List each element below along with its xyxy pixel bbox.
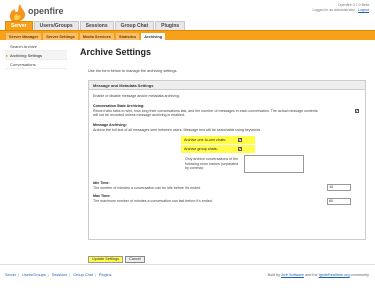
one-to-one-label: Archive one-to-one chats: [184,137,227,142]
sidebar-item-conversations[interactable]: Conversations [5,60,67,69]
page-title: Archive Settings [80,47,152,57]
sub-navigation: Server Manager Server Settings Media Ser… [0,30,375,40]
tab-users-groups[interactable]: Users/Groups [33,21,79,30]
footer-link-plugins[interactable]: Plugins [99,273,111,277]
header: openfire Openfire 3.7.0 Beta Logged in a… [0,0,375,30]
group-chats-checkbox[interactable] [238,146,242,152]
community-text: community [350,273,369,277]
footer-link-server[interactable]: Server [5,273,16,277]
jive-software-link[interactable]: Jive Software [281,273,304,277]
logout-link[interactable]: Logout [358,8,369,12]
built-by-text: Built by [267,273,281,277]
group-chats-row: Archive group chats: [181,145,255,153]
cancel-button[interactable]: Cancel [125,256,145,263]
room-names-textarea[interactable] [244,155,304,173]
header-info: Openfire 3.7.0 Beta Logged in as adminis… [312,3,369,13]
footer-link-group-chat[interactable]: Group Chat [73,273,93,277]
sidebar-item-archiving-settings[interactable]: Archiving Settings [5,51,67,60]
idle-time-input[interactable]: 10 [327,184,351,191]
app-name: openfire [28,6,64,16]
subtab-server-settings[interactable]: Server Settings [43,33,78,40]
subtab-media-services[interactable]: Media Services [79,33,114,40]
form-buttons: Update Settings Cancel [88,256,147,263]
max-time-desc: The maximum number of minutes a conversa… [93,198,213,203]
max-time-input[interactable]: 60 [327,198,351,205]
main-content: Archive Settings Use the form below to m… [74,43,366,263]
group-chats-label: Archive group chats: [184,146,218,151]
box-description: Enable or disable message and/or metadat… [93,94,180,98]
tab-server[interactable]: Server [5,21,33,30]
sidebar: Search Archive Archiving Settings Conver… [5,42,67,69]
footer-links: Server | Users/Groups | Sessions | Group Ch… [5,273,112,277]
settings-box: Message and Metadata Settings Enable or … [88,80,366,240]
settings-box-title: Message and Metadata Settings [89,81,365,90]
intro-text: Use the form below to manage the archivi… [88,69,178,73]
conv-state-desc: Record who talks to who, how long their … [93,108,318,118]
subtab-archiving[interactable]: Archiving [141,33,166,40]
tab-plugins[interactable]: Plugins [155,21,186,30]
one-to-one-row: Archive one-to-one chats: [181,136,255,144]
one-to-one-checkbox[interactable] [238,137,242,143]
rooms-label: Only archive conversations of the follow… [185,157,239,171]
idle-time-desc: The number of minutes a conversation can… [93,185,202,190]
login-text: Logged in as administrator - [312,8,357,12]
subtab-server-manager[interactable]: Server Manager [6,33,42,40]
tab-sessions[interactable]: Sessions [79,21,114,30]
footer-credits: Built by Jive Software and the IgniteRea… [268,273,369,277]
and-the-text: and the [305,273,318,277]
conv-state-checkbox[interactable] [355,108,359,114]
footer: Server | Users/Groups | Sessions | Group Ch… [0,264,375,300]
subtab-statistics[interactable]: Statistics [115,33,140,40]
top-navigation: Server Users/Groups Sessions Group Chat … [5,21,186,30]
footer-link-users-groups[interactable]: Users/Groups [22,273,45,277]
msg-archiving-desc: Archive the full text of all messages se… [93,127,262,132]
tab-group-chat[interactable]: Group Chat [114,21,155,30]
ignite-realtime-link[interactable]: IgniteRealtime.org [319,273,350,277]
footer-link-sessions[interactable]: Sessions [52,273,67,277]
sidebar-item-search-archive[interactable]: Search Archive [5,42,67,51]
update-settings-button[interactable]: Update Settings [88,256,124,263]
